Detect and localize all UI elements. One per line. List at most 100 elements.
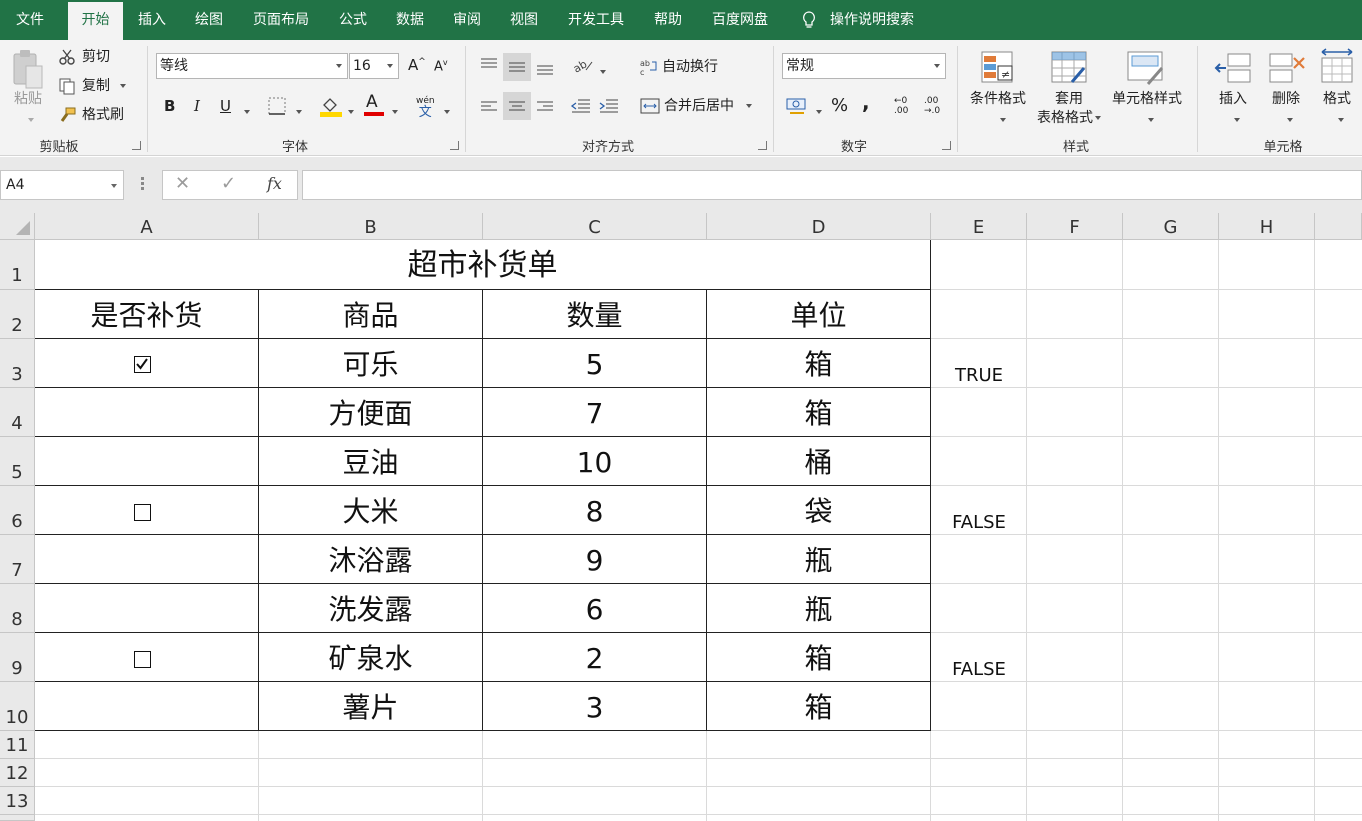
- merge-center-button[interactable]: 合并后居中: [640, 95, 752, 117]
- row-header-5[interactable]: 5: [0, 437, 35, 486]
- format-painter-button[interactable]: 格式刷: [58, 104, 124, 126]
- quantity-cell[interactable]: 5: [483, 339, 706, 387]
- cancel-icon[interactable]: ✕: [175, 173, 190, 194]
- orientation-dropdown-icon[interactable]: [596, 64, 606, 79]
- header-quantity[interactable]: 数量: [483, 290, 706, 338]
- tab-baidu-netdisk[interactable]: 百度网盘: [705, 0, 775, 40]
- column-header-b[interactable]: B: [259, 213, 483, 240]
- cut-button[interactable]: 剪切: [58, 46, 110, 68]
- product-cell[interactable]: 方便面: [259, 388, 482, 436]
- row-header-7[interactable]: 7: [0, 535, 35, 584]
- tell-me-search[interactable]: 操作说明搜索: [802, 0, 914, 40]
- accounting-dropdown-icon[interactable]: [812, 104, 822, 119]
- quantity-cell[interactable]: 10: [483, 437, 706, 485]
- product-cell[interactable]: 大米: [259, 486, 482, 534]
- tab-developer[interactable]: 开发工具: [561, 0, 631, 40]
- row-header-6[interactable]: 6: [0, 486, 35, 535]
- comma-button[interactable]: ,: [862, 90, 870, 114]
- quantity-cell[interactable]: 3: [483, 682, 706, 730]
- unit-cell[interactable]: 箱: [707, 682, 930, 730]
- row-header-10[interactable]: 10: [0, 682, 35, 731]
- row-header-4[interactable]: 4: [0, 388, 35, 437]
- unit-cell[interactable]: 箱: [707, 339, 930, 387]
- product-cell[interactable]: 沐浴露: [259, 535, 482, 583]
- unit-cell[interactable]: 箱: [707, 633, 930, 681]
- wrap-text-button[interactable]: ab c 自动换行: [640, 56, 718, 78]
- insert-cells-button[interactable]: 插入: [1210, 90, 1256, 108]
- row-header-8[interactable]: 8: [0, 584, 35, 633]
- spreadsheet-grid[interactable]: A B C D E F G H 1 2 3 4 5 6 7 8 9 10 11 …: [0, 213, 1362, 821]
- restock-checkbox-row-6[interactable]: [134, 504, 151, 521]
- font-name-select[interactable]: 等线: [156, 53, 348, 79]
- increase-indent-button[interactable]: [598, 96, 620, 120]
- header-product[interactable]: 商品: [259, 290, 482, 338]
- row-header-2[interactable]: 2: [0, 290, 35, 339]
- align-top-button[interactable]: [476, 53, 502, 79]
- unit-cell[interactable]: 桶: [707, 437, 930, 485]
- phonetic-button[interactable]: wén 文: [416, 96, 435, 120]
- column-header-i[interactable]: [1315, 213, 1362, 240]
- insert-dropdown-icon[interactable]: [1230, 112, 1240, 127]
- copy-button[interactable]: 复制: [58, 75, 126, 97]
- align-left-button[interactable]: [476, 94, 502, 120]
- paste-dropdown-icon[interactable]: [24, 112, 34, 127]
- borders-dropdown-icon[interactable]: [292, 104, 302, 119]
- name-box[interactable]: A4: [0, 170, 124, 200]
- column-header-d[interactable]: D: [707, 213, 931, 240]
- cell-styles-button[interactable]: 单元格样式: [1106, 90, 1188, 108]
- row-header-3[interactable]: 3: [0, 339, 35, 388]
- sheet-title[interactable]: 超市补货单: [35, 240, 930, 289]
- tab-home[interactable]: 开始: [68, 2, 123, 40]
- tab-formulas[interactable]: 公式: [333, 0, 373, 40]
- copy-dropdown-icon[interactable]: [120, 84, 126, 88]
- product-cell[interactable]: 可乐: [259, 339, 482, 387]
- paste-button[interactable]: [10, 48, 46, 94]
- tab-draw[interactable]: 绘图: [189, 0, 229, 40]
- header-restock[interactable]: 是否补货: [35, 290, 258, 338]
- unit-cell[interactable]: 箱: [707, 388, 930, 436]
- font-color-button[interactable]: A: [364, 92, 384, 116]
- accounting-format-button[interactable]: [786, 96, 808, 120]
- font-launcher-icon[interactable]: [450, 141, 459, 150]
- italic-button[interactable]: I: [194, 97, 200, 115]
- grow-font-button[interactable]: A^: [408, 56, 426, 74]
- product-cell[interactable]: 薯片: [259, 682, 482, 730]
- quantity-cell[interactable]: 2: [483, 633, 706, 681]
- checkbox-linked-value[interactable]: FALSE: [931, 659, 1027, 680]
- quantity-cell[interactable]: 6: [483, 584, 706, 632]
- product-cell[interactable]: 豆油: [259, 437, 482, 485]
- tab-page-layout[interactable]: 页面布局: [246, 0, 316, 40]
- align-right-button[interactable]: [532, 94, 558, 120]
- restock-checkbox-row-9[interactable]: [134, 651, 151, 668]
- fill-color-button[interactable]: [320, 95, 342, 121]
- header-unit[interactable]: 单位: [707, 290, 930, 338]
- row-header-13[interactable]: 13: [0, 787, 35, 815]
- checkbox-linked-value[interactable]: TRUE: [931, 365, 1027, 386]
- more-options-icon[interactable]: [141, 177, 145, 193]
- format-dropdown-icon[interactable]: [1334, 112, 1344, 127]
- merge-dropdown-icon[interactable]: [746, 104, 752, 108]
- number-launcher-icon[interactable]: [942, 141, 951, 150]
- format-as-table-button[interactable]: 表格格式: [1032, 109, 1106, 127]
- checkbox-linked-value[interactable]: FALSE: [931, 512, 1027, 533]
- quantity-cell[interactable]: 7: [483, 388, 706, 436]
- conditional-formatting-dropdown-icon[interactable]: [996, 112, 1006, 127]
- bold-button[interactable]: B: [164, 97, 175, 115]
- underline-dropdown-icon[interactable]: [240, 104, 250, 119]
- fill-color-dropdown-icon[interactable]: [344, 104, 354, 119]
- row-header-9[interactable]: 9: [0, 633, 35, 682]
- orientation-button[interactable]: ab: [571, 56, 594, 78]
- decrease-decimal-button[interactable]: .00 →.0: [924, 96, 940, 116]
- row-header-14[interactable]: [0, 815, 35, 821]
- column-header-a[interactable]: A: [35, 213, 259, 240]
- format-cells-button[interactable]: 格式: [1316, 90, 1358, 108]
- tab-view[interactable]: 视图: [504, 0, 544, 40]
- shrink-font-button[interactable]: Av: [434, 58, 448, 74]
- clipboard-launcher-icon[interactable]: [132, 141, 141, 150]
- restock-checkbox-row-3[interactable]: [134, 356, 151, 373]
- column-header-e[interactable]: E: [931, 213, 1027, 240]
- unit-cell[interactable]: 瓶: [707, 584, 930, 632]
- align-bottom-button[interactable]: [532, 53, 558, 79]
- column-header-h[interactable]: H: [1219, 213, 1315, 240]
- formula-input[interactable]: [302, 170, 1362, 200]
